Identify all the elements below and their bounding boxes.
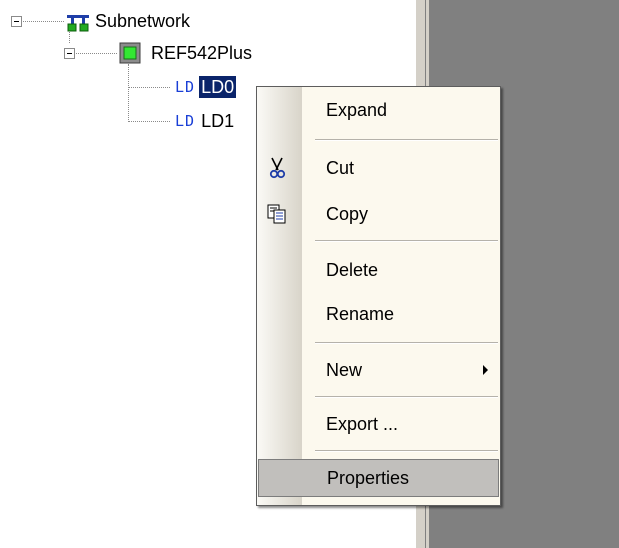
collapse-toggle[interactable] <box>11 16 22 27</box>
tree-node-label: Subnetwork <box>95 11 191 31</box>
menu-item-new[interactable]: New <box>257 351 500 389</box>
menu-item-label: Cut <box>326 157 355 178</box>
scissors-icon <box>266 157 288 179</box>
tree-node-ld0[interactable]: LD LD0 <box>175 76 237 98</box>
menu-item-label: Rename <box>326 303 395 324</box>
menu-item-label: Copy <box>326 203 369 224</box>
tree-connector <box>73 53 117 54</box>
menu-item-cut[interactable]: Cut <box>257 149 500 187</box>
menu-item-label: Expand <box>326 99 388 120</box>
menu-item-label: Export ... <box>326 413 399 434</box>
subnetwork-icon <box>66 10 90 32</box>
copy-icon <box>266 203 288 225</box>
tree-node-ied[interactable]: REF542Plus <box>119 42 252 64</box>
logical-device-icon: LD <box>175 112 196 130</box>
tree-node-ld1[interactable]: LD LD1 <box>175 110 234 132</box>
tree-connector <box>20 21 64 22</box>
menu-separator <box>315 450 498 452</box>
tree-connector <box>128 64 129 122</box>
ied-device-icon <box>119 42 141 64</box>
menu-item-rename[interactable]: Rename <box>257 295 500 333</box>
menu-item-label: Properties <box>327 467 410 488</box>
menu-item-properties[interactable]: Properties <box>258 459 499 497</box>
menu-item-label: Delete <box>326 259 379 280</box>
tree-connector <box>128 87 170 88</box>
menu-separator <box>315 342 498 344</box>
logical-device-icon: LD <box>175 78 196 96</box>
collapse-toggle[interactable] <box>64 48 75 59</box>
menu-item-expand[interactable]: Expand <box>257 91 500 129</box>
menu-separator <box>315 240 498 242</box>
tree-node-label: LD1 <box>201 111 235 131</box>
tree-connector <box>128 121 170 122</box>
submenu-arrow-icon <box>483 365 488 375</box>
menu-item-delete[interactable]: Delete <box>257 251 500 289</box>
menu-item-copy[interactable]: Copy <box>257 195 500 233</box>
menu-separator <box>315 139 498 141</box>
application-window: Subnetwork REF542Plus LD LD0 LD LD1 Expa… <box>0 0 619 548</box>
tree-node-label: REF542Plus <box>151 43 253 63</box>
menu-item-export[interactable]: Export ... <box>257 405 500 443</box>
tree-node-label: LD0 <box>199 76 237 98</box>
menu-item-label: New <box>326 359 363 380</box>
context-menu: Expand Cut Copy Delete Rename New Export… <box>256 86 501 506</box>
menu-separator <box>315 396 498 398</box>
tree-node-subnetwork[interactable]: Subnetwork <box>66 10 190 32</box>
